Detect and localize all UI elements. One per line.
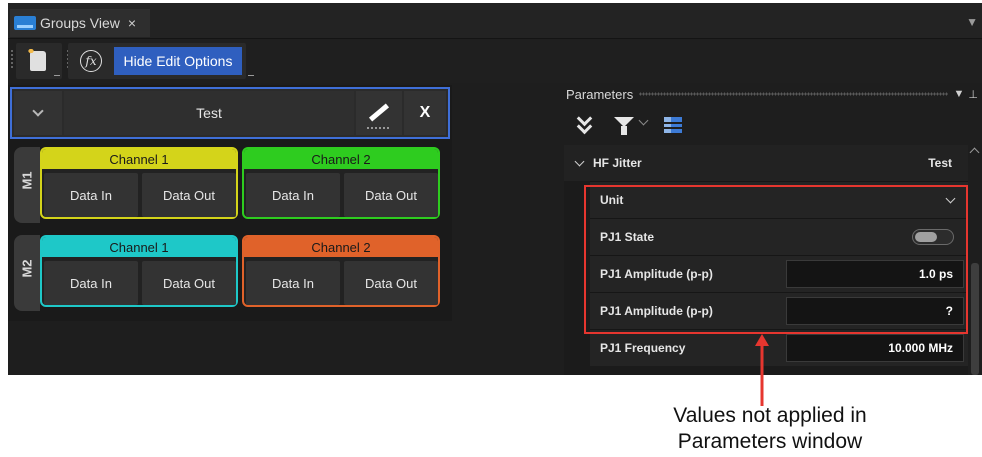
select-tool-button[interactable] (16, 43, 62, 79)
chevron-down-icon (32, 105, 44, 117)
filter-icon[interactable] (614, 117, 634, 135)
section-name: HF Jitter (593, 156, 642, 170)
collapse-all-icon[interactable] (576, 110, 594, 135)
scroll-up-icon[interactable] (969, 147, 980, 158)
fx-icon[interactable]: fx (80, 50, 102, 72)
property-row-pj1-frequency: PJ1 Frequency 10.000 MHz (590, 329, 968, 366)
pencil-icon (368, 103, 390, 122)
edit-toolbar-group: fx Hide Edit Options (68, 43, 254, 79)
toolbar-overflow-icon[interactable] (54, 75, 60, 78)
channel-card-m1-ch1: Channel 1 Data In Data Out (40, 147, 238, 219)
data-in-button[interactable]: Data In (44, 261, 138, 305)
hide-edit-options-button[interactable]: Hide Edit Options (114, 47, 242, 75)
channel-card-m1-ch2: Channel 2 Data In Data Out (242, 147, 440, 219)
toolbar-overflow-icon[interactable] (248, 75, 254, 78)
annotation-highlight-box (584, 185, 968, 334)
tab-title: Groups View (40, 15, 120, 31)
data-out-button[interactable]: Data Out (344, 173, 438, 217)
group-collapse-button[interactable] (14, 91, 62, 135)
annotation-text: Values not applied in Parameters window (640, 403, 900, 455)
filter-dropdown-icon[interactable] (638, 115, 649, 126)
parameters-toolbar (564, 105, 982, 145)
group-header: Test X (10, 87, 450, 139)
data-out-button[interactable]: Data Out (142, 261, 236, 305)
channel-header: Channel 2 (244, 149, 438, 169)
channel-card-m2-ch2: Channel 2 Data In Data Out (242, 235, 440, 307)
annotation-line-1: Values not applied in (673, 404, 867, 427)
property-grid-icon[interactable] (664, 117, 682, 133)
annotation-line-2: Parameters window (677, 430, 863, 453)
groups-view-icon (14, 16, 36, 30)
panel-drag-area[interactable] (639, 92, 948, 96)
toolbar-grip-icon[interactable] (10, 49, 14, 69)
document-tab-bar: Groups View × ▼ (8, 3, 982, 39)
channel-card-m2-ch1: Channel 1 Data In Data Out (40, 235, 238, 307)
property-label: PJ1 Frequency (600, 341, 686, 355)
parameters-title: Parameters (566, 86, 634, 102)
scroll-thumb[interactable] (971, 263, 979, 375)
data-in-button[interactable]: Data In (246, 173, 340, 217)
data-in-button[interactable]: Data In (44, 173, 138, 217)
channel-header: Channel 2 (244, 237, 438, 257)
data-out-button[interactable]: Data Out (344, 261, 438, 305)
pin-icon[interactable]: ⊥ (968, 88, 978, 101)
tab-groups-view[interactable]: Groups View × (10, 9, 150, 37)
edit-group-button[interactable] (356, 91, 402, 135)
pencil-dots (366, 127, 390, 129)
tab-close-icon[interactable]: × (128, 15, 136, 31)
data-out-button[interactable]: Data Out (142, 173, 236, 217)
module-label-m1: M1 (14, 147, 40, 223)
tab-menu-icon[interactable]: ▼ (966, 15, 978, 29)
data-in-button[interactable]: Data In (246, 261, 340, 305)
module-label-m2: M2 (14, 235, 40, 311)
main-toolbar: fx Hide Edit Options (8, 39, 982, 83)
panel-menu-icon[interactable]: ▼ (954, 88, 965, 100)
groups-panel: Test X M1 Channel 1 Data In Data Out Cha… (8, 85, 452, 321)
annotation-arrow-icon (755, 334, 769, 406)
group-title[interactable]: Test (64, 91, 354, 135)
chevron-down-icon (574, 156, 585, 166)
pj1-frequency-field[interactable]: 10.000 MHz (786, 334, 964, 362)
close-group-button[interactable]: X (404, 91, 446, 135)
section-value: Test (928, 156, 952, 170)
channel-header: Channel 1 (42, 237, 236, 257)
parameters-title-bar: Parameters ▼ ⊥ (564, 83, 982, 105)
hand-pointer-icon (26, 47, 46, 71)
channel-header: Channel 1 (42, 149, 236, 169)
section-hf-jitter[interactable]: HF Jitter Test (564, 145, 968, 181)
parameters-scrollbar[interactable] (968, 145, 982, 375)
